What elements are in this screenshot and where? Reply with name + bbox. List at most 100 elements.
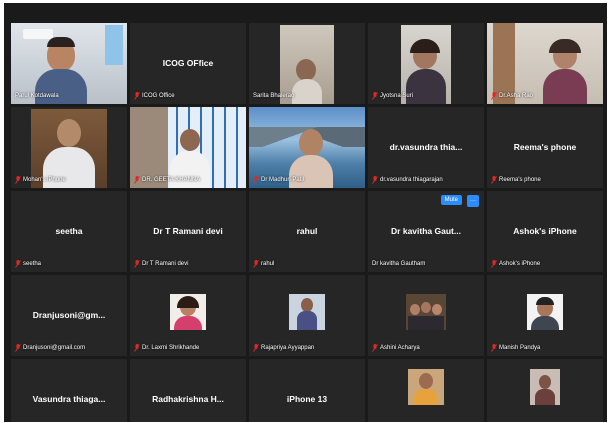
participant-tile-madhuri-patil[interactable]: Dr Madhuri Patil <box>249 107 365 188</box>
participant-name: Dr T Ramani devi <box>142 261 189 267</box>
mic-muted-icon <box>491 176 497 184</box>
mic-muted-icon <box>15 260 21 268</box>
participant-name: ICOG Office <box>142 93 175 99</box>
participant-name-footer: Dr. Laxmi Shrikhande <box>134 343 199 353</box>
participant-name-footer: Sarita Bhalerao <box>253 91 294 101</box>
mic-muted-icon <box>372 176 378 184</box>
mic-muted-icon <box>134 92 140 100</box>
participant-name: dr.vasundra thiagarajan <box>380 177 443 183</box>
participant-tile-photo-2[interactable] <box>487 359 603 422</box>
mic-muted-icon <box>491 260 497 268</box>
participant-name: Reema's phone <box>499 177 541 183</box>
participant-name-footer: Ashok's iPhone <box>491 259 540 269</box>
participant-name-footer: dr.vasundra thiagarajan <box>372 175 443 185</box>
participant-name-footer: Reema's phone <box>491 175 541 185</box>
participant-name: Dr kavitha Gautham <box>372 261 426 267</box>
participant-tile-radhakrishna[interactable]: Radhakrishna H... <box>130 359 246 422</box>
participant-display-name: ICOG OFfice <box>162 57 214 68</box>
participant-display-name: rahul <box>296 225 318 236</box>
participant-tile-reemas-phone[interactable]: Reema's phone Reema's phone <box>487 107 603 188</box>
mic-muted-icon <box>15 176 21 184</box>
mic-muted-icon <box>372 344 378 352</box>
participant-display-name: Ashok's iPhone <box>513 225 577 236</box>
participant-tile-seetha[interactable]: seetha seetha <box>11 191 127 272</box>
mic-muted-icon <box>491 92 497 100</box>
participant-tile-manish-pandya[interactable]: Manish Pandya <box>487 275 603 356</box>
participant-name: Dr.Asha Rao <box>499 93 534 99</box>
participant-tile-kavitha-gautham[interactable]: Mute ··· Dr kavitha Gaut... Dr kavitha G… <box>368 191 484 272</box>
participant-tile-parul-kotdawala[interactable]: Parul Kotdawala <box>11 23 127 104</box>
participant-display-name: Radhakrishna H... <box>152 393 224 404</box>
meeting-window: Parul Kotdawala ICOG OFfice ICOG Office … <box>4 3 607 422</box>
participant-tile-ashoks-iphone[interactable]: Ashok's iPhone Ashok's iPhone <box>487 191 603 272</box>
participant-tile-vasundra-thiaga[interactable]: Vasundra thiaga... <box>11 359 127 422</box>
participant-display-name: Dranjusoni@gm... <box>32 309 106 320</box>
participant-tile-sarita-bhalerao[interactable]: Sarita Bhalerao <box>249 23 365 104</box>
participant-display-name: Reema's phone <box>513 141 577 152</box>
participant-display-name: dr.vasundra thia... <box>389 141 463 152</box>
mic-muted-icon <box>253 344 259 352</box>
participant-name-footer: Rajapriya Ayyappan <box>253 343 314 353</box>
participant-name-footer: Dr kavitha Gautham <box>372 259 425 269</box>
participant-name-footer: Dr.Asha Rao <box>491 91 533 101</box>
participant-name-footer: Dranjusoni@gmail.com <box>15 343 85 353</box>
mute-button[interactable]: Mute <box>440 195 462 205</box>
participant-tile-jyotsna-suri[interactable]: Jyotsna Suri <box>368 23 484 104</box>
participant-display-name: iPhone 13 <box>286 393 328 404</box>
participant-tile-ashini-acharya[interactable]: Ashini Acharya <box>368 275 484 356</box>
mic-muted-icon <box>372 92 378 100</box>
participant-display-name: Vasundra thiaga... <box>32 393 106 404</box>
avatar <box>406 294 446 331</box>
participant-tile-asha-rao[interactable]: Dr.Asha Rao <box>487 23 603 104</box>
participant-name: seetha <box>23 261 42 267</box>
participant-name-footer: ICOG Office <box>134 91 175 101</box>
participant-tile-rajapriya-ayyappan[interactable]: Rajapriya Ayyappan <box>249 275 365 356</box>
participant-name: rahul <box>261 261 275 267</box>
gallery-grid: Parul Kotdawala ICOG OFfice ICOG Office … <box>11 23 603 422</box>
participant-name: Dranjusoni@gmail.com <box>23 345 86 351</box>
mic-muted-icon <box>134 176 140 184</box>
participant-name-footer: Ashini Acharya <box>372 343 420 353</box>
mic-muted-icon <box>253 176 259 184</box>
participant-name-footer: DR. GEETA KHANNA <box>134 175 200 185</box>
participant-name-footer: Dr T Ramani devi <box>134 259 188 269</box>
participant-name: Ashok's iPhone <box>499 261 541 267</box>
avatar <box>530 368 560 405</box>
avatar <box>170 294 206 331</box>
participant-name: Dr Madhuri Patil <box>261 177 305 183</box>
participant-name: Rajapriya Ayyappan <box>261 345 315 351</box>
avatar <box>408 368 444 405</box>
participant-tile-ramani-devi[interactable]: Dr T Ramani devi Dr T Ramani devi <box>130 191 246 272</box>
participant-name-footer: Mohan's iPhone <box>15 175 66 185</box>
participant-name: Jyotsna Suri <box>380 93 414 99</box>
participant-name: Manish Pandya <box>499 345 541 351</box>
mic-muted-icon <box>134 260 140 268</box>
participant-tile-geeta-khanna[interactable]: DR. GEETA KHANNA <box>130 107 246 188</box>
participant-tile-dranjusoni[interactable]: Dranjusoni@gm... Dranjusoni@gmail.com <box>11 275 127 356</box>
mic-muted-icon <box>134 344 140 352</box>
more-options-button[interactable]: ··· <box>467 195 479 207</box>
participant-display-name: Dr T Ramani devi <box>153 225 223 236</box>
participant-tile-rahul[interactable]: rahul rahul <box>249 191 365 272</box>
participant-name-footer: seetha <box>15 259 41 269</box>
avatar <box>527 294 563 331</box>
participant-name: Ashini Acharya <box>380 345 420 351</box>
participant-tile-vasundra-thiagarajan[interactable]: dr.vasundra thia... dr.vasundra thiagara… <box>368 107 484 188</box>
participant-tile-laxmi-shrikhande[interactable]: Dr. Laxmi Shrikhande <box>130 275 246 356</box>
participant-name-footer: Jyotsna Suri <box>372 91 413 101</box>
participant-name-footer: Dr Madhuri Patil <box>253 175 304 185</box>
participant-name-footer: Manish Pandya <box>491 343 540 353</box>
participant-name: Dr. Laxmi Shrikhande <box>142 345 200 351</box>
participant-name-footer: Parul Kotdawala <box>15 91 59 101</box>
participant-name: Parul Kotdawala <box>15 93 59 99</box>
participant-name: Mohan's iPhone <box>23 177 66 183</box>
participant-display-name: seetha <box>55 225 83 236</box>
participant-tile-photo-1[interactable] <box>368 359 484 422</box>
participant-display-name: Dr kavitha Gaut... <box>391 225 461 236</box>
avatar <box>289 294 325 331</box>
participant-name: DR. GEETA KHANNA <box>142 177 201 183</box>
mic-muted-icon <box>15 344 21 352</box>
participant-tile-iphone-13[interactable]: iPhone 13 <box>249 359 365 422</box>
participant-tile-icog-office[interactable]: ICOG OFfice ICOG Office <box>130 23 246 104</box>
participant-tile-mohans-iphone[interactable]: Mohan's iPhone <box>11 107 127 188</box>
